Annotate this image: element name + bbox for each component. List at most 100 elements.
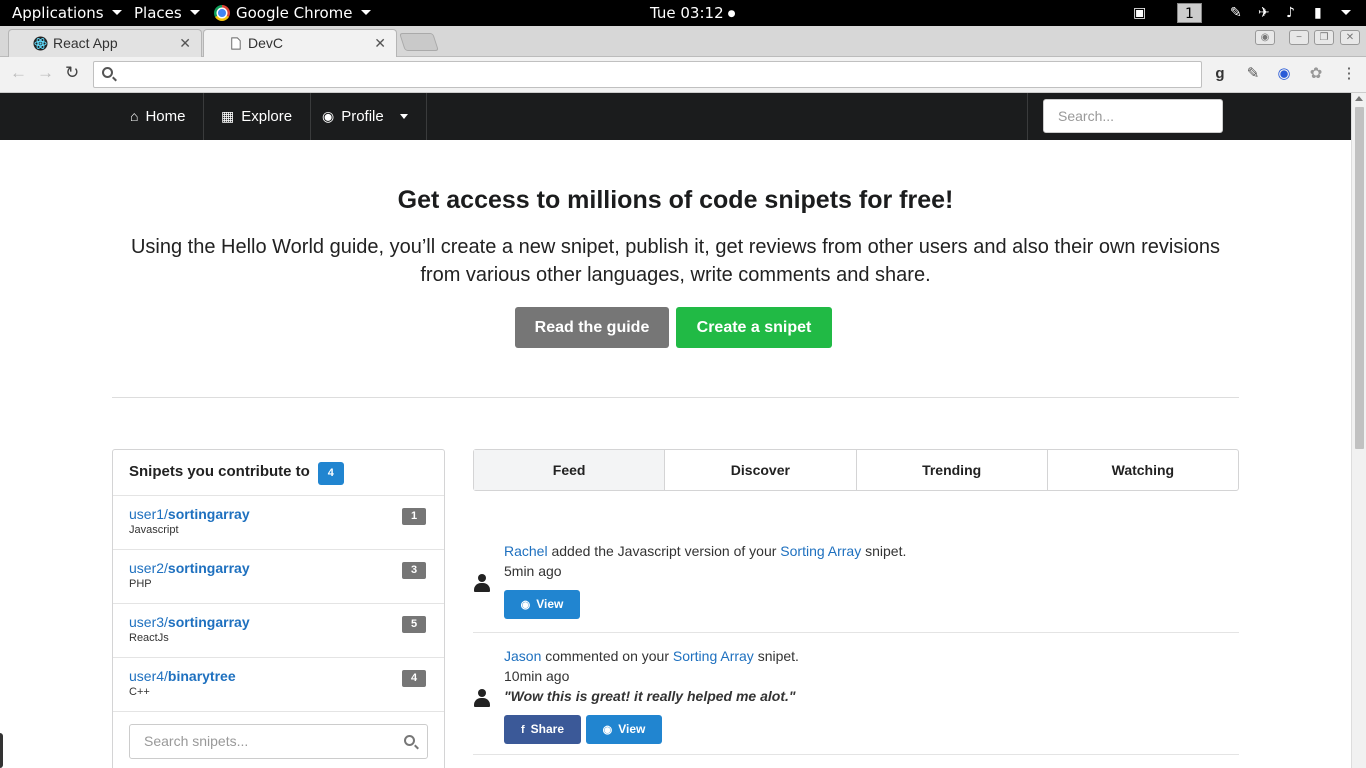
repo-language: C++ [129,686,150,698]
user-link[interactable]: Rachel [504,543,548,559]
repo-language: PHP [129,578,152,590]
repo-count-badge: 5 [402,616,426,633]
extension-icon[interactable]: ✿ [1307,65,1325,83]
app-navbar: ⌂ Home ▦ Explore ◉ Profile Search... [0,93,1351,140]
forward-arrow-icon[interactable]: → [37,64,54,82]
repo-link[interactable]: user1/sortingarray [129,506,444,522]
scrollbar-thumb[interactable] [1355,107,1364,449]
nav-explore[interactable]: ▦ Explore [203,93,312,140]
view-label: View [536,597,564,611]
close-icon[interactable]: ✕ [179,35,191,52]
snipet-search-input[interactable]: Search snipets... [129,724,428,759]
app-menu[interactable]: Google Chrome [214,4,371,22]
tab-watching[interactable]: Watching [1048,450,1238,490]
tab-trending[interactable]: Trending [857,450,1048,490]
address-bar[interactable] [93,61,1202,88]
back-arrow-icon[interactable]: ← [10,64,27,82]
contributions-card: Snipets you contribute to 4 user1/sorting… [112,449,445,768]
tab-discover[interactable]: Discover [665,450,857,490]
tab-title: DevC [248,35,284,51]
repo-count-badge: 3 [402,562,426,579]
edge-handle[interactable] [0,733,3,768]
repo-link[interactable]: user2/sortingarray [129,560,444,576]
view-button[interactable]: ◉ View [586,715,662,744]
repo-link[interactable]: user3/sortingarray [129,614,444,630]
chevron-down-icon [360,10,371,15]
system-top-bar: Applications Places Google Chrome Tue 03… [0,0,1366,26]
applications-menu[interactable]: Applications [12,4,122,22]
section-divider [112,397,1239,398]
nav-profile-label: Profile [341,108,384,125]
create-snipet-button[interactable]: Create a snipet [676,307,832,348]
nav-divider [1027,93,1028,140]
workspace-indicator[interactable]: 1 [1177,3,1202,23]
nav-profile[interactable]: ◉ Profile [304,93,427,140]
minimize-icon[interactable]: − [1289,30,1309,45]
repo-language: ReactJs [129,632,169,644]
chrome-icon [214,5,230,21]
menu-dots-icon[interactable]: ⋮ [1340,65,1358,83]
profile-icon[interactable]: ◉ [1255,30,1275,45]
tab-feed[interactable]: Feed [474,450,666,490]
repo-link[interactable]: user4/binarytree [129,668,444,684]
user-avatar-icon [473,574,491,592]
feed-text: Jason commented on your Sorting Array sn… [504,648,799,664]
share-button[interactable]: f Share [504,715,581,744]
page-scrollbar[interactable] [1351,93,1366,768]
scroll-up-arrow-icon[interactable] [1355,96,1363,101]
page-icon [231,37,241,50]
search-icon [404,735,415,746]
list-item[interactable]: user1/sortingarray Javascript 1 [113,496,444,550]
clock[interactable]: Tue 03:12 ● [650,4,735,23]
camera-icon[interactable]: ▣ [1133,4,1146,22]
grammarly-icon[interactable]: g [1211,65,1229,83]
eye-icon: ◉ [520,599,531,611]
list-item[interactable]: user4/binarytree C++ 4 [113,658,444,712]
feed-tabs: Feed Discover Trending Watching [473,449,1239,491]
page-viewport: ⌂ Home ▦ Explore ◉ Profile Search... Get ac… [0,93,1351,768]
repo-user: user4/ [129,668,168,684]
tab-title: React App [53,35,118,51]
read-guide-button[interactable]: Read the guide [515,307,669,348]
tab-react-app[interactable]: React App ✕ [8,29,202,57]
battery-icon[interactable]: ▮ [1314,4,1322,22]
contributions-header: Snipets you contribute to 4 [113,450,444,496]
pen-icon[interactable]: ✎ [1230,4,1242,22]
react-icon [33,36,48,51]
list-item[interactable]: user2/sortingarray PHP 3 [113,550,444,604]
repo-language: Javascript [129,524,179,536]
nav-search-input[interactable]: Search... [1043,99,1223,133]
nav-explore-label: Explore [241,108,293,125]
chevron-down-icon [111,10,122,15]
zoom-extension-icon[interactable]: ◉ [1275,65,1293,83]
feed-suffix: snipet. [753,648,799,664]
close-window-icon[interactable]: ✕ [1340,30,1360,45]
system-menu-chevron-icon[interactable] [1341,10,1351,15]
tab-devc[interactable]: DevC ✕ [203,29,397,58]
home-icon: ⌂ [130,108,139,124]
user-avatar-icon [473,689,491,707]
snipet-link[interactable]: Sorting Array [780,543,861,559]
view-button[interactable]: ◉ View [504,590,580,619]
places-menu[interactable]: Places [134,4,200,22]
eyedropper-icon[interactable]: ✎ [1244,65,1262,83]
browser-toolbar: ← → ↻ g ✎ ◉ ✿ ⋮ [0,57,1366,93]
new-tab-button[interactable] [399,33,439,51]
repo-user: user1/ [129,506,168,522]
app-menu-label: Google Chrome [236,4,353,22]
user-link[interactable]: Jason [504,648,541,664]
notification-dot-icon: ● [727,9,736,19]
dropdown-caret-icon [399,114,408,119]
reload-icon[interactable]: ↻ [65,64,79,82]
close-icon[interactable]: ✕ [374,35,386,52]
feed-action: added the Javascript version of your [547,543,781,559]
nav-home[interactable]: ⌂ Home [112,93,205,140]
airplane-icon[interactable]: ✈ [1258,4,1270,22]
feed-divider [473,632,1239,633]
feed-action: commented on your [541,648,673,664]
volume-icon[interactable]: ♪ [1286,4,1295,22]
list-item[interactable]: user3/sortingarray ReactJs 5 [113,604,444,658]
user-circle-icon: ◉ [322,108,335,124]
maximize-icon[interactable]: ❐ [1314,30,1334,45]
snipet-link[interactable]: Sorting Array [673,648,754,664]
